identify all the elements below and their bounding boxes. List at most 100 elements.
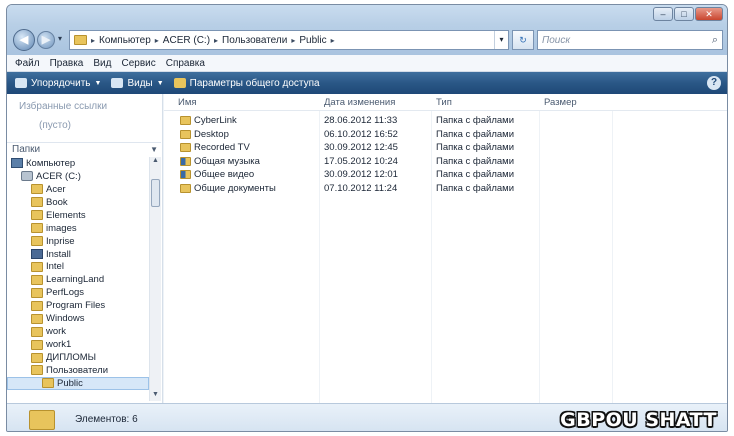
title-bar: – □ ✕ ◀ ▶ ▾ ▸ Компьютер ▸ ACER (C:) ▸ Пользов… bbox=[7, 5, 727, 55]
scroll-up-arrow-icon[interactable]: ▲ bbox=[150, 157, 161, 167]
tree-item[interactable]: Install bbox=[7, 248, 149, 261]
organize-button[interactable]: Упорядочить ▼ bbox=[15, 78, 101, 89]
tree-item[interactable]: PerfLogs bbox=[7, 286, 149, 299]
folder-icon bbox=[31, 365, 43, 376]
breadcrumb-separator-icon[interactable]: ▸ bbox=[91, 36, 95, 45]
folder-icon bbox=[42, 378, 54, 389]
tree-item[interactable]: LearningLand bbox=[7, 273, 149, 286]
forward-button[interactable]: ▶ bbox=[37, 31, 55, 49]
file-date-modified: 30.09.2012 12:45 bbox=[324, 142, 398, 153]
close-button[interactable]: ✕ bbox=[695, 7, 723, 21]
tree-item-label: Program Files bbox=[46, 300, 106, 312]
search-input[interactable]: Поиск ⌕ bbox=[537, 30, 723, 50]
breadcrumb-item[interactable]: Public bbox=[299, 35, 326, 46]
file-row[interactable]: Recorded TV 30.09.2012 12:45 Папка с файла… bbox=[164, 141, 727, 155]
folder-icon bbox=[180, 143, 191, 152]
tree-item[interactable]: ДИПЛОМЫ bbox=[7, 351, 149, 364]
file-type: Папка с файлами bbox=[436, 182, 515, 194]
breadcrumb-separator-icon[interactable]: ▸ bbox=[214, 36, 218, 45]
breadcrumb-item[interactable]: Пользователи bbox=[222, 35, 287, 46]
tree-item[interactable]: Inprise bbox=[7, 235, 149, 248]
folder-icon bbox=[31, 184, 43, 195]
tree-item[interactable]: images bbox=[7, 222, 149, 235]
share-folder-icon bbox=[173, 78, 186, 88]
chevron-down-icon: ▼ bbox=[150, 145, 158, 154]
menu-item[interactable]: Вид bbox=[93, 58, 111, 69]
breadcrumb-item[interactable]: ACER (C:) bbox=[163, 35, 210, 46]
tree-item[interactable]: Пользователи bbox=[7, 364, 149, 377]
file-row[interactable]: Общая музыка 17.05.2012 10:24 Папка с файл… bbox=[164, 155, 727, 169]
folder-icon bbox=[31, 339, 43, 350]
sharing-options-button[interactable]: Параметры общего доступа bbox=[173, 78, 320, 89]
file-list: Имя Дата изменения Тип Размер CyberLink 2… bbox=[164, 94, 727, 403]
chevron-down-icon: ▼ bbox=[94, 79, 102, 87]
folder-icon bbox=[31, 300, 43, 311]
watermark-text: GBPOU SHATT bbox=[560, 409, 717, 431]
refresh-button[interactable]: ↻ bbox=[512, 30, 534, 50]
menu-item[interactable]: Файл bbox=[15, 58, 40, 69]
address-dropdown-icon[interactable]: ▾ bbox=[494, 31, 508, 49]
tree-item-label: ДИПЛОМЫ bbox=[46, 352, 97, 364]
status-bar: Элементов: 6 GBPOU SHATT bbox=[7, 403, 727, 431]
breadcrumb-separator-icon[interactable]: ▸ bbox=[155, 36, 159, 45]
search-icon[interactable]: ⌕ bbox=[712, 34, 718, 47]
menu-item[interactable]: Сервис bbox=[121, 58, 155, 69]
file-name: Общее видео bbox=[194, 169, 255, 180]
file-date-modified: 30.09.2012 12:01 bbox=[324, 169, 398, 180]
file-type: Папка с файлами bbox=[436, 115, 515, 126]
column-date-modified[interactable]: Дата изменения bbox=[324, 97, 395, 108]
breadcrumb-item[interactable]: Компьютер bbox=[99, 35, 151, 46]
explorer-window: – □ ✕ ◀ ▶ ▾ ▸ Компьютер ▸ ACER (C:) ▸ Пользов… bbox=[6, 4, 728, 432]
maximize-button[interactable]: □ bbox=[674, 7, 694, 21]
tree-item-label: PerfLogs bbox=[46, 287, 85, 299]
file-type: Папка с файлами bbox=[436, 128, 515, 140]
tree-item[interactable]: work bbox=[7, 325, 149, 338]
menu-item[interactable]: Справка bbox=[166, 58, 205, 69]
back-button[interactable]: ◀ bbox=[13, 29, 35, 51]
file-type: Папка с файлами bbox=[436, 142, 515, 153]
views-button[interactable]: Виды ▼ bbox=[111, 78, 164, 89]
tree-item[interactable]: Elements bbox=[7, 209, 149, 222]
breadcrumb-separator-icon[interactable]: ▸ bbox=[331, 36, 335, 45]
menu-item[interactable]: Правка bbox=[50, 58, 84, 69]
file-row[interactable]: CyberLink 28.06.2012 11:33 Папка с файлами bbox=[164, 114, 727, 128]
folder-icon bbox=[74, 35, 87, 45]
file-name: Общая музыка bbox=[194, 155, 260, 167]
column-size[interactable]: Размер bbox=[544, 97, 577, 108]
file-date-modified: 28.06.2012 11:33 bbox=[324, 115, 398, 126]
tree-item[interactable]: Intel bbox=[7, 261, 149, 274]
tree-item-label: Inprise bbox=[46, 235, 75, 247]
help-icon[interactable]: ? bbox=[707, 76, 721, 90]
tree-item[interactable]: Book bbox=[7, 196, 149, 209]
tree-item[interactable]: Acer bbox=[7, 183, 149, 196]
tree-item[interactable]: work1 bbox=[7, 338, 149, 351]
views-icon bbox=[111, 78, 124, 88]
folders-header[interactable]: Папки ▼ bbox=[7, 142, 161, 156]
scroll-down-arrow-icon[interactable]: ▼ bbox=[150, 391, 161, 401]
scrollbar-thumb[interactable] bbox=[151, 179, 160, 207]
tree-item[interactable]: Компьютер bbox=[7, 157, 149, 170]
navpane-scrollbar[interactable]: ▲ ▼ bbox=[149, 157, 161, 401]
column-type[interactable]: Тип bbox=[436, 97, 452, 108]
file-row[interactable]: Общее видео 30.09.2012 12:01 Папка с файла… bbox=[164, 168, 727, 182]
address-bar[interactable]: ▸ Компьютер ▸ ACER (C:) ▸ Пользователи ▸ Public… bbox=[69, 30, 509, 50]
music-folder-icon bbox=[180, 156, 191, 166]
organize-label: Упорядочить bbox=[31, 77, 91, 89]
favorite-links-header: Избранные ссылки bbox=[19, 101, 108, 112]
file-row[interactable]: Desktop 06.10.2012 16:52 Папка с файлами bbox=[164, 128, 727, 142]
drive-icon bbox=[21, 171, 33, 182]
breadcrumb-separator-icon[interactable]: ▸ bbox=[291, 36, 295, 45]
tree-item[interactable]: Windows bbox=[7, 312, 149, 325]
column-name[interactable]: Имя bbox=[178, 97, 197, 108]
tree-item[interactable]: Public bbox=[7, 376, 149, 390]
tree-item-label: work bbox=[46, 326, 67, 338]
minimize-button[interactable]: – bbox=[653, 7, 673, 21]
tree-item[interactable]: ACER (C:) bbox=[7, 170, 149, 183]
tree-item[interactable]: Program Files bbox=[7, 299, 149, 312]
folder-icon bbox=[31, 352, 43, 363]
file-row[interactable]: Общие документы 07.10.2012 11:24 Папка с ф… bbox=[164, 182, 727, 196]
file-date-modified: 07.10.2012 11:24 bbox=[324, 182, 398, 194]
file-date-modified: 17.05.2012 10:24 bbox=[324, 155, 398, 167]
recent-pages-dropdown[interactable]: ▾ bbox=[58, 34, 62, 43]
file-name: Recorded TV bbox=[194, 142, 250, 153]
